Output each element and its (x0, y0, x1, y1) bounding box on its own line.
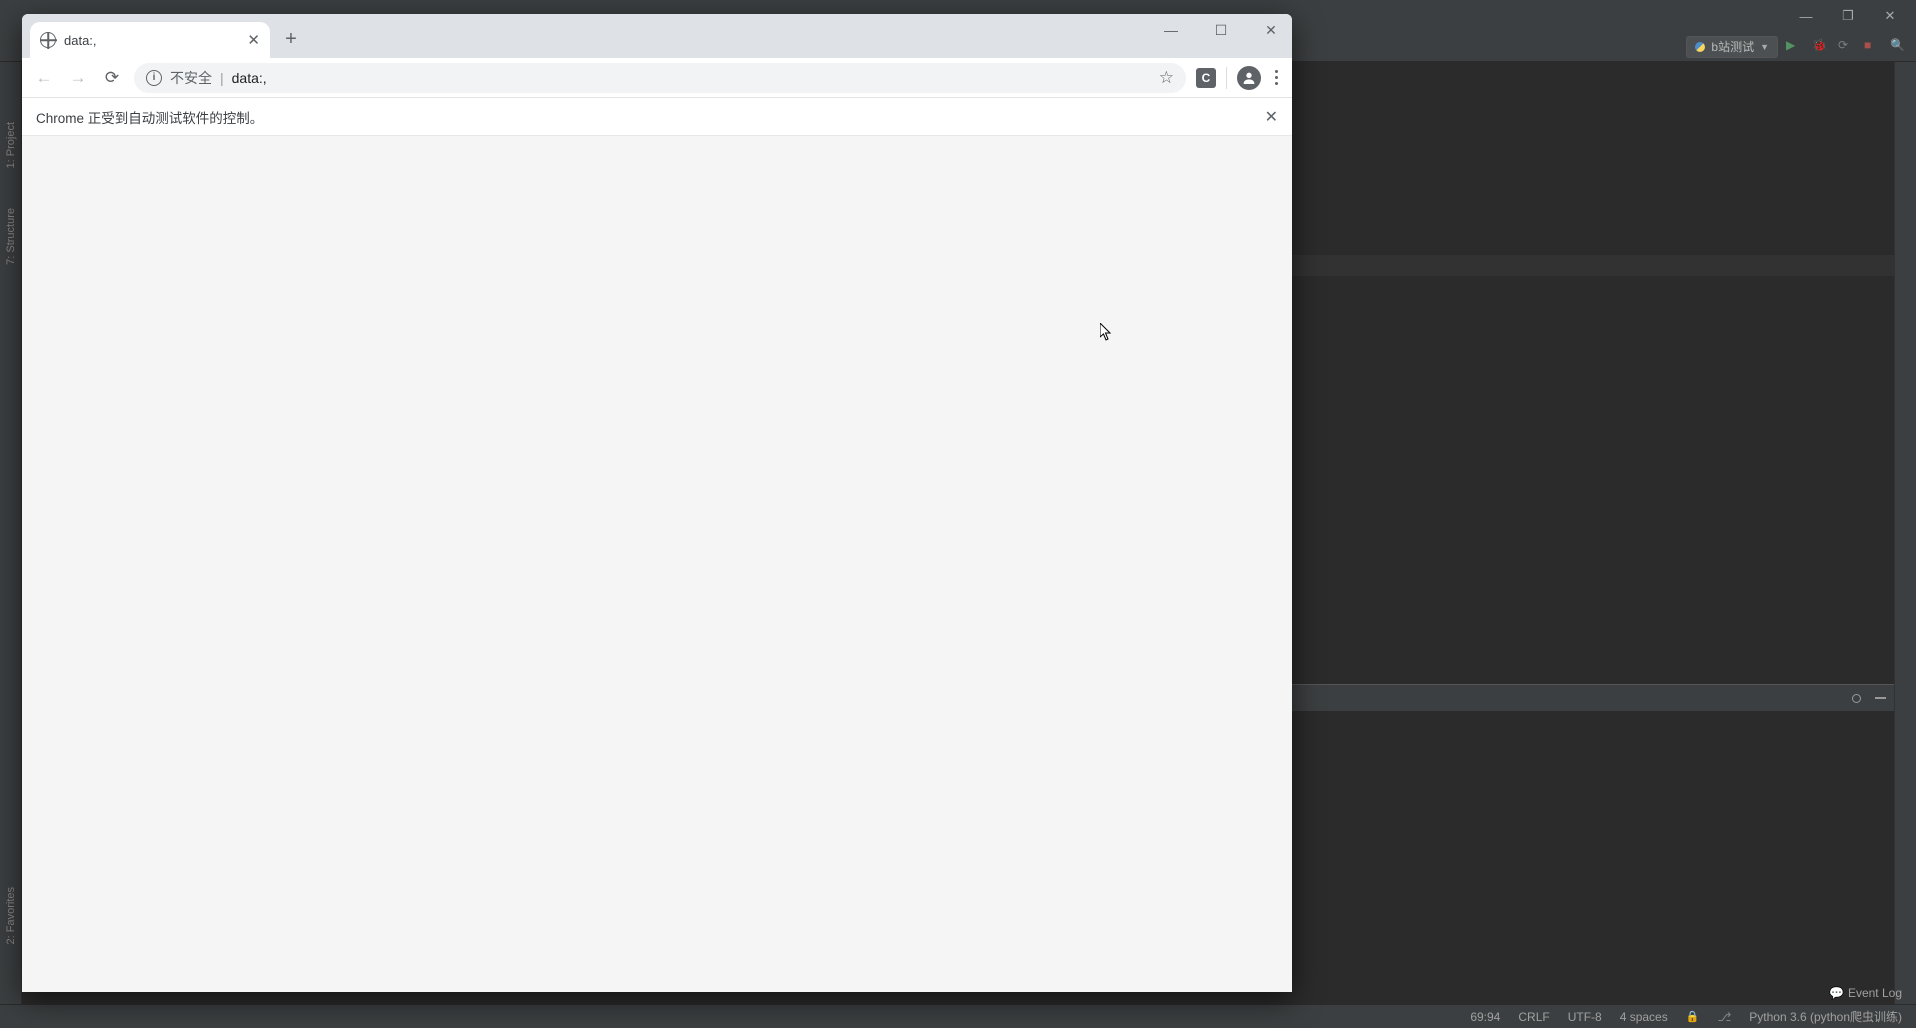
line-separator[interactable]: CRLF (1518, 1010, 1549, 1024)
site-info-icon[interactable]: i (146, 70, 162, 86)
chrome-window-controls: — ☐ ✕ (1156, 18, 1286, 42)
event-log-label: Event Log (1848, 986, 1902, 1000)
structure-tool-label[interactable]: 7: Structure (5, 208, 17, 265)
address-separator: | (220, 70, 224, 86)
ide-left-tool-strip: 1: Project 7: Structure 2: Favorites (0, 62, 22, 1004)
toolbar-divider (1226, 67, 1227, 89)
favorites-tool-label[interactable]: 2: Favorites (5, 887, 17, 944)
browser-tab[interactable]: data:, ✕ (30, 22, 270, 58)
chrome-maximize-icon[interactable]: ☐ (1206, 18, 1236, 42)
forward-button[interactable]: → (66, 66, 90, 90)
chrome-toolbar: ← → ⟳ i 不安全 | data:, ☆ C (22, 58, 1292, 98)
panel-settings-icon[interactable] (1850, 692, 1863, 705)
globe-icon (40, 32, 56, 48)
python-interpreter[interactable]: Python 3.6 (python爬虫训练) (1749, 1008, 1902, 1025)
address-bar[interactable]: i 不安全 | data:, ☆ (134, 63, 1186, 93)
run-button-icon[interactable]: ▶ (1786, 38, 1804, 56)
project-tool-label[interactable]: 1: Project (5, 122, 17, 168)
infobar-message: Chrome 正受到自动测试软件的控制。 (36, 107, 263, 127)
chrome-browser-window: data:, ✕ + — ☐ ✕ ← → ⟳ i 不安全 | data:, ☆ … (22, 14, 1292, 992)
mouse-cursor-icon (1100, 323, 1112, 341)
file-encoding[interactable]: UTF-8 (1568, 1010, 1602, 1024)
url-text: data:, (232, 70, 267, 86)
caret-position[interactable]: 69:94 (1470, 1010, 1500, 1024)
ide-close-icon[interactable]: ✕ (1878, 6, 1902, 26)
readonly-lock-icon[interactable]: 🔒 (1686, 1010, 1700, 1023)
bookmark-star-icon[interactable]: ☆ (1159, 68, 1174, 88)
profile-avatar-icon[interactable] (1237, 66, 1261, 90)
infobar-close-icon[interactable]: ✕ (1265, 107, 1278, 127)
automation-infobar: Chrome 正受到自动测试软件的控制。 ✕ (22, 98, 1292, 136)
run-config-label: b站测试 (1711, 38, 1754, 55)
run-config-dropdown[interactable]: b站测试 ▼ (1686, 36, 1778, 58)
ide-minimize-icon[interactable]: — (1794, 6, 1818, 26)
new-tab-button[interactable]: + (276, 24, 306, 54)
page-content (22, 136, 1292, 992)
chrome-close-icon[interactable]: ✕ (1256, 18, 1286, 42)
extension-icon[interactable]: C (1196, 68, 1216, 88)
ide-right-tool-strip (1894, 62, 1916, 1004)
security-warning-label: 不安全 (170, 68, 212, 88)
tab-close-icon[interactable]: ✕ (247, 31, 260, 49)
chrome-tab-strip: data:, ✕ + — ☐ ✕ (22, 14, 1292, 58)
ide-maximize-icon[interactable]: ❐ (1836, 6, 1860, 26)
indent-setting[interactable]: 4 spaces (1620, 1010, 1668, 1024)
coverage-button-icon[interactable]: ⟳ (1838, 38, 1856, 56)
git-branch-icon[interactable]: ⎇ (1717, 1010, 1731, 1024)
back-button[interactable]: ← (32, 66, 56, 90)
chrome-menu-icon[interactable] (1271, 66, 1282, 89)
search-everywhere-icon[interactable]: 🔍 (1890, 38, 1908, 56)
python-icon (1695, 42, 1705, 52)
stop-button-icon[interactable]: ■ (1864, 38, 1882, 56)
tab-title: data:, (64, 33, 97, 48)
debug-button-icon[interactable]: 🐞 (1812, 38, 1830, 56)
reload-button[interactable]: ⟳ (100, 66, 124, 90)
chrome-minimize-icon[interactable]: — (1156, 18, 1186, 42)
panel-hide-icon[interactable] (1875, 697, 1886, 699)
event-log-button[interactable]: 💬 Event Log (1829, 986, 1902, 1000)
chevron-down-icon: ▼ (1760, 42, 1769, 52)
event-log-icon: 💬 (1829, 986, 1844, 1000)
ide-status-bar: 69:94 CRLF UTF-8 4 spaces 🔒 ⎇ Python 3.6… (0, 1004, 1916, 1028)
